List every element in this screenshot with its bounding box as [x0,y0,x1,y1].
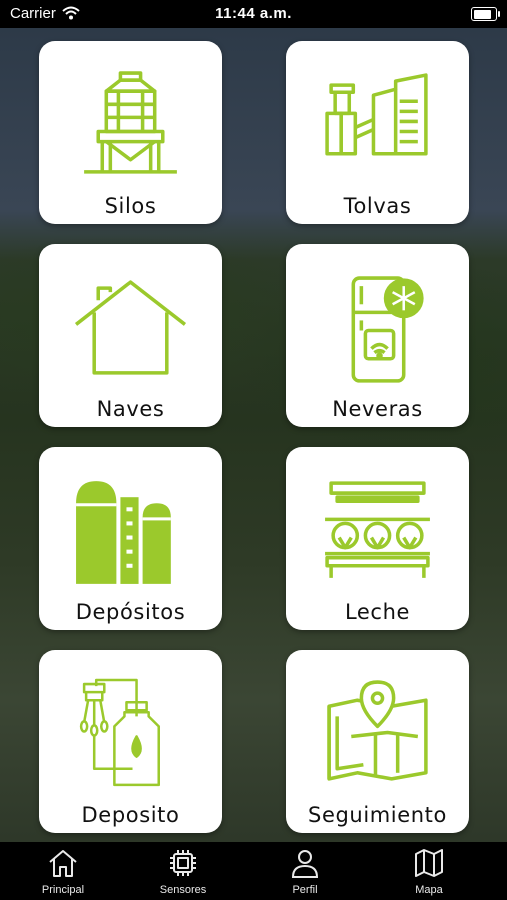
card-label: Silos [104,194,157,218]
chip-icon [170,850,196,876]
house-icon [74,280,187,375]
card-leche[interactable]: Leche [286,447,469,630]
card-label: Neveras [332,397,423,421]
user-icon [291,850,319,878]
tab-sensores[interactable]: Sensores [120,842,246,900]
card-silos[interactable]: Silos [39,41,222,224]
map-pin-icon [327,680,428,781]
tab-perfil[interactable]: Perfil [242,842,368,900]
home-icon [49,850,77,877]
tab-mapa[interactable]: Mapa [366,842,492,900]
card-label: Naves [96,397,165,421]
category-grid: Silos Tolvas Naves Neveras Depósitos Lec… [0,0,507,842]
card-neveras[interactable]: Neveras [286,244,469,427]
tab-label: Sensores [159,884,207,896]
card-seguimiento[interactable]: Seguimiento [286,650,469,833]
tab-label: Perfil [292,884,318,896]
milking-sheep-icon [325,481,430,578]
tab-principal[interactable]: Principal [0,842,126,900]
silo-icon [84,71,177,174]
milk-tank-icon [79,678,160,787]
card-deposito[interactable]: Deposito [39,650,222,833]
tab-label: Mapa [415,884,443,896]
map-icon [415,849,443,877]
card-label: Leche [344,600,411,624]
hopper-icon [325,73,428,156]
tab-label: Principal [41,884,85,896]
fridge-icon [351,276,424,383]
card-label: Depósitos [75,600,186,624]
card-label: Deposito [81,803,180,827]
card-tolvas[interactable]: Tolvas [286,41,469,224]
card-naves[interactable]: Naves [39,244,222,427]
card-label: Seguimiento [308,803,447,827]
tab-bar: Principal Sensores Perfil Mapa [0,842,507,900]
card-label: Tolvas [343,194,412,218]
tank-icon [76,481,171,584]
card-depositos[interactable]: Depósitos [39,447,222,630]
